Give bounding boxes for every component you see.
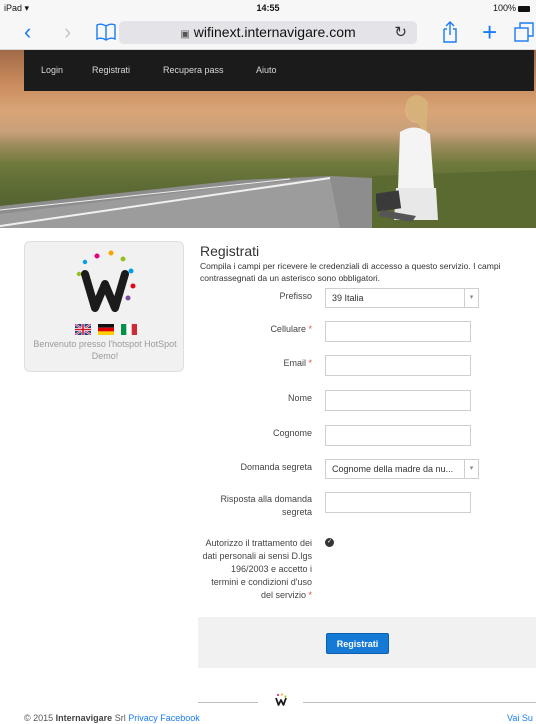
clock: 14:55 [256, 3, 280, 13]
page-header: Login Registrati Recupera pass Aiuto [0, 50, 536, 228]
flag-italy-icon[interactable] [121, 324, 137, 335]
nome-input[interactable] [325, 390, 471, 411]
privacy-link[interactable]: Privacy [128, 713, 158, 723]
privacy-consent-label: Autorizzo il trattamento dei dati person… [202, 538, 312, 600]
risposta-label: Risposta alla domanda segreta [220, 494, 312, 517]
forward-icon[interactable]: › [64, 20, 71, 44]
flag-germany-icon[interactable] [98, 324, 114, 335]
back-to-top-link[interactable]: Vai Su [507, 713, 533, 723]
chevron-down-icon: ▾ [464, 289, 478, 307]
footer-divider-left [198, 702, 258, 703]
url-text: wifinext.internavigare.com [193, 24, 356, 40]
menu-item-recupera-pass[interactable]: Recupera pass [163, 50, 224, 91]
flag-uk-icon[interactable] [75, 324, 91, 335]
status-bar: iPad ▾ 14:55 100% [0, 0, 536, 16]
browser-toolbar: ‹ › ▣ wifinext.internavigare.com ↻ + [0, 16, 536, 50]
hotspot-logo [76, 250, 136, 312]
menu-item-login[interactable]: Login [41, 50, 63, 91]
nome-label: Nome [287, 393, 312, 403]
register-submit-button[interactable]: Registrati [326, 633, 389, 654]
domanda-selected-value: Cognome della madre da nu... [332, 464, 454, 474]
road-graphic [0, 170, 536, 228]
facebook-link[interactable]: Facebook [160, 713, 200, 723]
footer-logo [275, 693, 287, 706]
back-icon[interactable]: ‹ [24, 20, 31, 44]
privacy-consent-checkbox[interactable]: ✓ [325, 538, 334, 547]
tabs-icon[interactable] [514, 22, 534, 47]
email-label: Email * [283, 358, 312, 368]
form-description: Compila i campi per ricevere le credenzi… [200, 261, 501, 283]
hotspot-card: Benvenuto presso l'hotspot HotSpot Demo! [24, 241, 184, 372]
reload-icon[interactable]: ↻ [394, 21, 407, 44]
footer-divider-right [303, 702, 536, 703]
woman-with-laptop-figure [376, 95, 438, 222]
lock-icon: ▣ [180, 29, 190, 40]
cellulare-input[interactable] [325, 321, 471, 342]
cognome-label: Cognome [272, 428, 312, 438]
domanda-segreta-select[interactable]: Cognome della madre da nu... ▾ [325, 459, 479, 479]
battery-indicator: 100% [493, 3, 530, 13]
battery-icon [518, 5, 530, 12]
domanda-segreta-label: Domanda segreta [240, 462, 312, 472]
copyright: © 2015 Internavigare Srl Privacy Faceboo… [24, 713, 200, 723]
menu-item-registrati[interactable]: Registrati [92, 50, 130, 91]
address-bar[interactable]: ▣ wifinext.internavigare.com ↻ [119, 21, 417, 44]
form-title: Registrati [200, 243, 260, 259]
bookmarks-icon[interactable] [96, 22, 116, 46]
risposta-input[interactable] [325, 492, 471, 513]
cellulare-label: Cellulare * [270, 324, 312, 334]
main-menu: Login Registrati Recupera pass Aiuto [24, 50, 534, 91]
prefisso-selected-value: 39 Italia [332, 293, 364, 303]
menu-item-aiuto[interactable]: Aiuto [256, 50, 277, 91]
prefisso-label: Prefisso [279, 291, 312, 301]
share-icon[interactable] [442, 21, 458, 48]
prefisso-select[interactable]: 39 Italia ▾ [325, 288, 479, 308]
cognome-input[interactable] [325, 425, 471, 446]
chevron-down-icon: ▾ [464, 460, 478, 478]
language-flags [75, 324, 137, 336]
new-tab-icon[interactable]: + [482, 19, 497, 45]
company-name: Internavigare [55, 713, 113, 723]
welcome-text: Benvenuto presso l'hotspot HotSpot Demo! [33, 339, 177, 361]
email-input[interactable] [325, 355, 471, 376]
